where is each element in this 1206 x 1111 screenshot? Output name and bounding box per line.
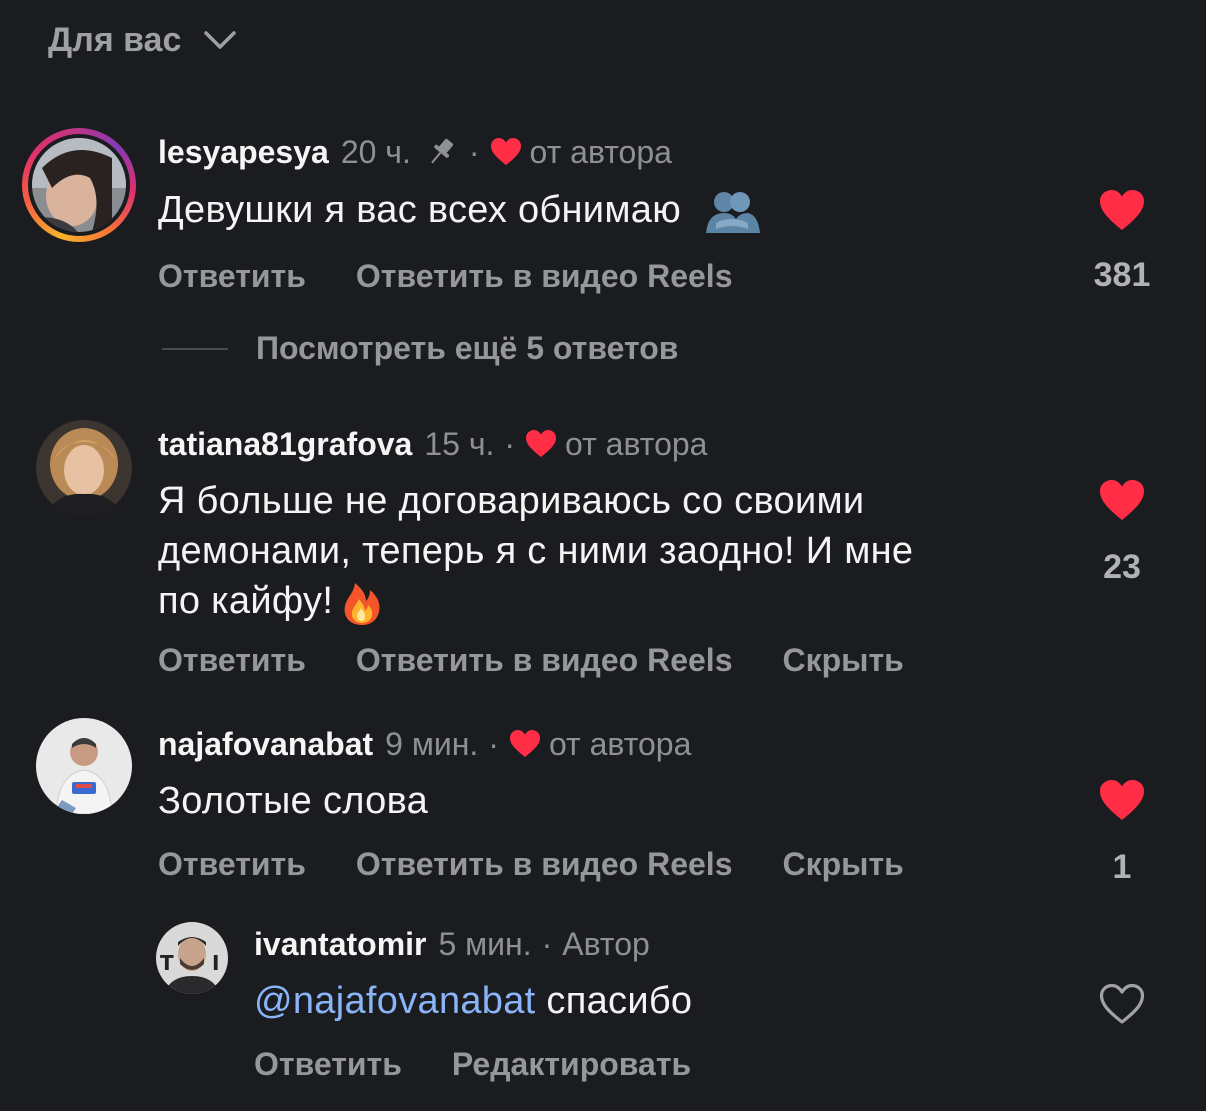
- edit-button[interactable]: Редактировать: [452, 1046, 691, 1083]
- timestamp: 9 мин.: [385, 726, 479, 762]
- svg-text:I: I: [212, 951, 219, 975]
- comment-body: Золотые слова: [158, 780, 429, 822]
- comment-text: Я больше не договариваюсь со своими демо…: [158, 476, 913, 627]
- separator-dot: ·: [468, 134, 480, 170]
- reply-with-reel-button[interactable]: Ответить в видео Reels: [356, 258, 733, 295]
- avatar[interactable]: [36, 420, 132, 516]
- svg-text:T: T: [160, 951, 174, 975]
- timestamp: 15 ч.: [424, 426, 495, 462]
- reply-button[interactable]: Ответить: [158, 642, 306, 679]
- username[interactable]: tatiana81grafova: [158, 424, 412, 464]
- comment-line-1: Я больше не договариваюсь со своими: [158, 480, 865, 522]
- comment-body: Девушки я вас всех обнимаю: [158, 189, 681, 231]
- heart-icon: [490, 138, 521, 165]
- comment-text: Девушки я вас всех обнимаю: [158, 185, 762, 235]
- separator-dot: ·: [541, 926, 553, 962]
- comment-text: @najafovanabat спасибо: [254, 976, 692, 1026]
- separator-dot: ·: [488, 726, 499, 762]
- comment-meta: lesyapesya 20 ч. · от автора: [158, 132, 672, 172]
- comment-actions: Ответить Ответить в видео Reels: [158, 258, 732, 295]
- author-liked-label: от автора: [565, 426, 708, 462]
- like-count: 1: [1112, 848, 1132, 886]
- view-more-label: Посмотреть ещё 5 ответов: [256, 330, 679, 366]
- author-liked-badge: от автора: [490, 132, 672, 172]
- comment-actions: Ответить Ответить в видео Reels Скрыть: [158, 642, 904, 679]
- author-liked-badge: от автора: [509, 724, 691, 764]
- username[interactable]: najafovanabat: [158, 724, 373, 764]
- story-ring[interactable]: [22, 128, 136, 242]
- comment-actions: Ответить Редактировать: [254, 1046, 691, 1083]
- author-role-badge: Автор: [562, 926, 650, 962]
- timestamp: 5 мин.: [438, 926, 532, 962]
- comment-meta: tatiana81grafova 15 ч. · от автора: [158, 424, 707, 464]
- reply-with-reel-button[interactable]: Ответить в видео Reels: [356, 642, 733, 679]
- author-liked-label: от автора: [548, 726, 692, 762]
- separator-dot: ·: [504, 426, 516, 462]
- like-heart-icon[interactable]: [1098, 778, 1146, 822]
- reply-button[interactable]: Ответить: [158, 846, 306, 883]
- people-hugging-emoji: [705, 191, 760, 233]
- heart-icon: [509, 730, 540, 757]
- comment-line-3: по кайфу!: [158, 576, 913, 627]
- heart-icon: [526, 430, 557, 457]
- like-heart-icon[interactable]: [1098, 478, 1146, 522]
- comment-line-2: демонами, теперь я с ними заодно! И мне: [158, 530, 914, 572]
- like-count: 23: [1103, 548, 1141, 586]
- avatar[interactable]: T I: [156, 922, 228, 994]
- like-heart-icon[interactable]: [1098, 188, 1146, 232]
- comment-actions: Ответить Ответить в видео Reels Скрыть: [158, 846, 904, 883]
- like-heart-outline-icon[interactable]: [1098, 982, 1146, 1026]
- hide-button[interactable]: Скрыть: [782, 642, 903, 679]
- reply-button[interactable]: Ответить: [158, 258, 306, 295]
- comment-text: Золотые слова: [158, 776, 428, 826]
- author-liked-badge: от автора: [525, 424, 707, 464]
- username[interactable]: lesyapesya: [158, 132, 329, 172]
- pin-icon: [431, 138, 453, 164]
- author-liked-label: от автора: [529, 134, 672, 170]
- reply-with-reel-button[interactable]: Ответить в видео Reels: [356, 846, 733, 883]
- view-more-replies-button[interactable]: Посмотреть ещё 5 ответов: [162, 330, 678, 367]
- like-count: 381: [1093, 256, 1151, 294]
- divider-line: [162, 347, 228, 350]
- avatar: [32, 138, 126, 232]
- username[interactable]: ivantatomir: [254, 924, 426, 964]
- chevron-down-icon: [204, 31, 237, 49]
- comment-body: спасибо: [546, 980, 693, 1022]
- comment-meta: najafovanabat 9 мин. · от автора: [158, 724, 691, 764]
- timestamp: 20 ч.: [340, 134, 411, 170]
- feed-filter-label: Для вас: [48, 20, 182, 59]
- comment-line-3-text: по кайфу!: [158, 580, 334, 622]
- reply-button[interactable]: Ответить: [254, 1046, 402, 1083]
- fire-emoji: [344, 582, 380, 625]
- comment-meta: ivantatomir 5 мин. · Автор: [254, 924, 650, 964]
- feed-filter-dropdown[interactable]: Для вас: [48, 18, 237, 62]
- mention-link[interactable]: @najafovanabat: [254, 980, 536, 1022]
- hide-button[interactable]: Скрыть: [782, 846, 903, 883]
- avatar[interactable]: [36, 718, 132, 814]
